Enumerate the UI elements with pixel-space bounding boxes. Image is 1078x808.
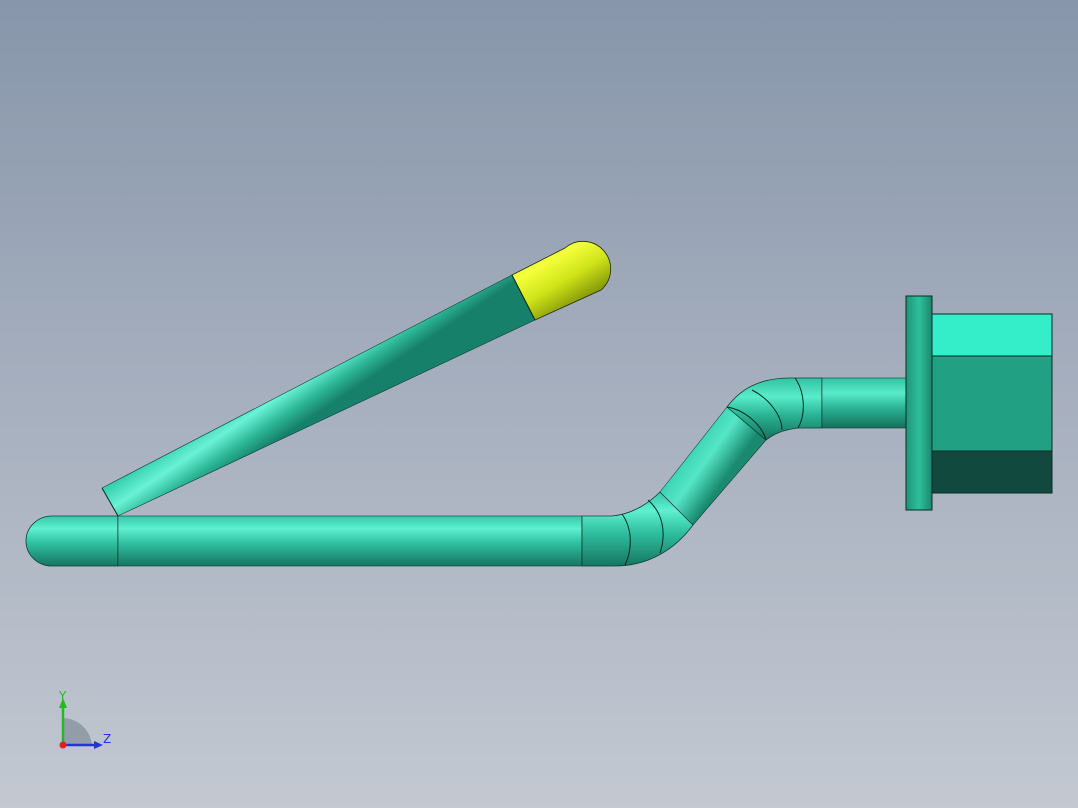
hex-fitting[interactable] (905, 295, 1053, 511)
z-arrowhead (94, 741, 103, 749)
inlet-tube[interactable] (821, 377, 909, 429)
z-axis-label: Z (103, 732, 111, 746)
left-bend[interactable] (25, 515, 119, 567)
model-view[interactable]: Y Z (0, 0, 1078, 808)
y-axis-label: Y (58, 689, 67, 703)
bottom-tube[interactable] (117, 515, 583, 567)
reference-triad: Y Z (58, 689, 111, 749)
hex-face-top[interactable] (931, 313, 1053, 357)
diagonal-tube[interactable] (101, 241, 611, 517)
fitting-flange[interactable] (905, 295, 933, 511)
triad-quadrant (63, 718, 92, 745)
x-axis-dot (59, 741, 67, 749)
hex-face-bottom[interactable] (931, 450, 1053, 494)
graphics-viewport[interactable]: Y Z (0, 0, 1078, 808)
hex-face-middle[interactable] (931, 355, 1053, 452)
